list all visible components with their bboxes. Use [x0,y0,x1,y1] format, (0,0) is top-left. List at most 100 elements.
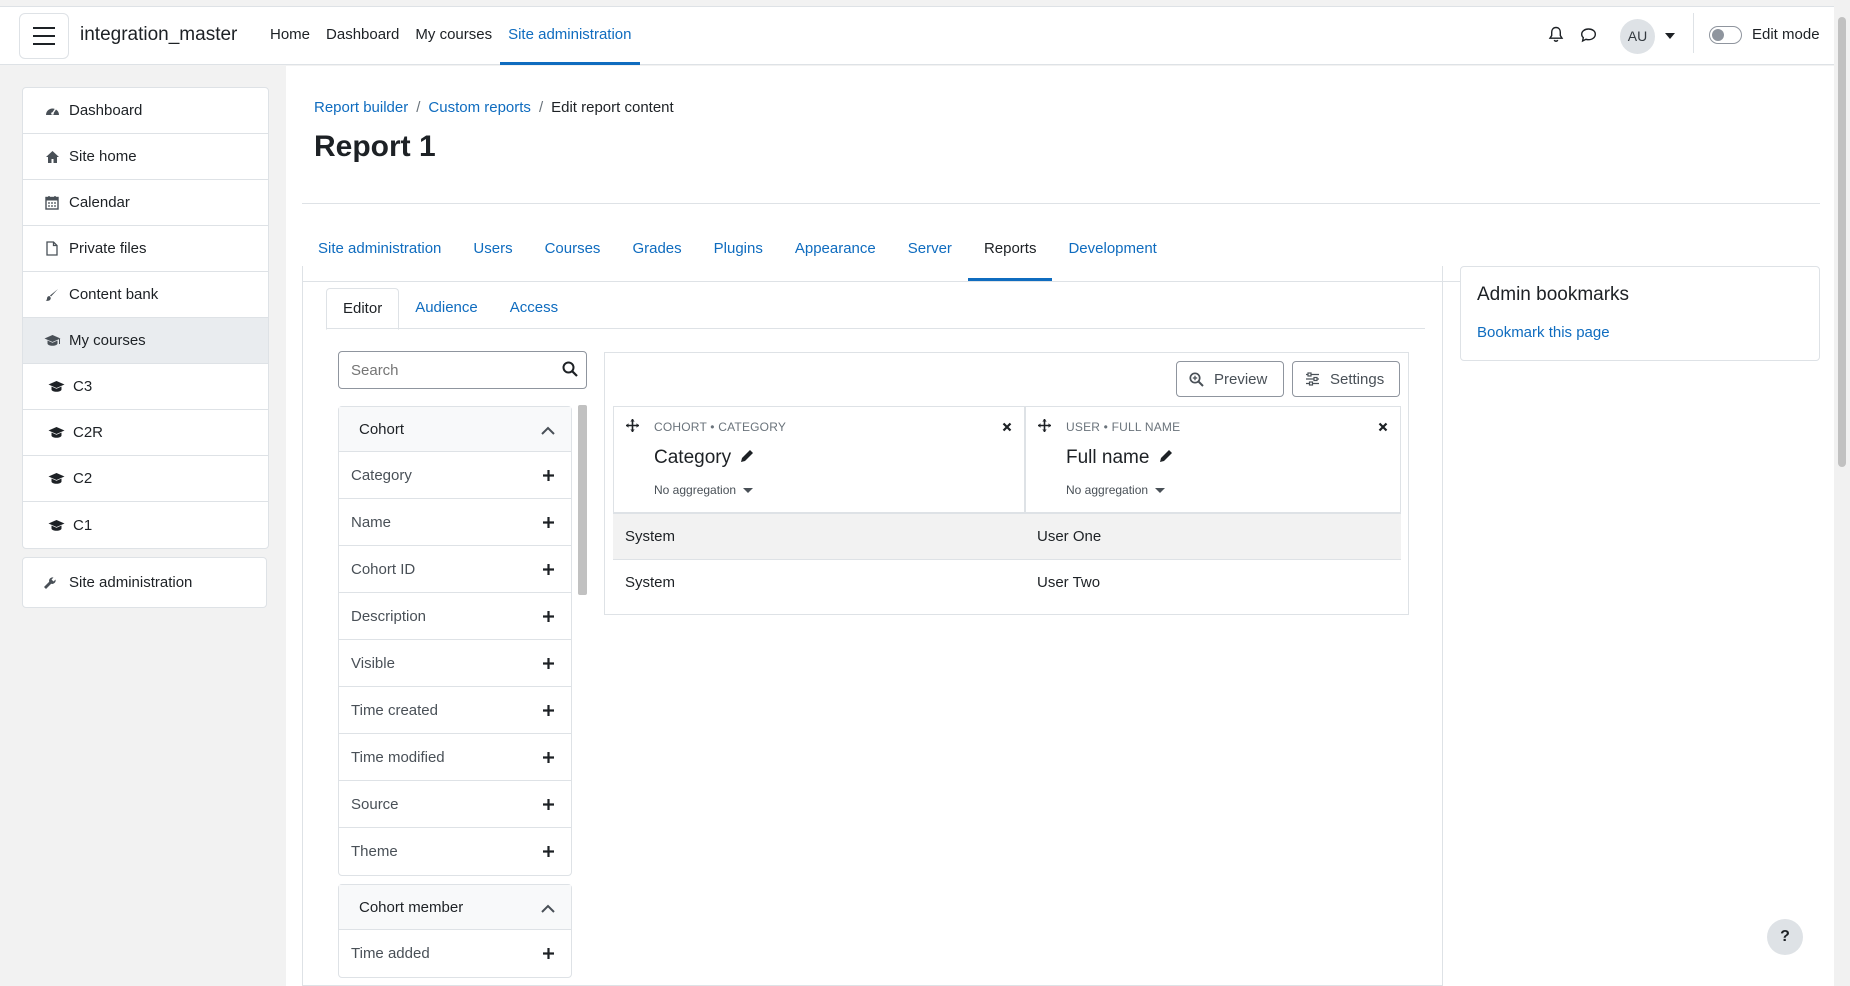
plus-icon[interactable] [543,468,554,485]
graduation-cap-icon [47,472,65,485]
drawer-item-label: C3 [73,378,93,395]
drawer-item-course-c1[interactable]: C1 [23,502,268,548]
settings-button[interactable]: Settings [1292,361,1400,397]
plus-icon[interactable] [543,515,554,532]
drawer-item-label: Content bank [69,286,159,303]
field-source[interactable]: Source [339,781,571,828]
nav-my-courses[interactable]: My courses [407,0,500,65]
column-name[interactable]: Full name [1066,447,1173,469]
plus-icon[interactable] [543,844,554,861]
field-cohort-id[interactable]: Cohort ID [339,546,571,593]
edit-mode-toggle[interactable] [1709,26,1742,44]
drawer-item-site-administration[interactable]: Site administration [22,557,267,608]
field-label: Time added [351,945,430,962]
graduation-cap-icon [47,426,65,439]
remove-column-icon[interactable] [1378,419,1388,436]
tab-editor[interactable]: Editor [326,288,400,330]
graduation-cap-icon [47,519,65,532]
drawer-item-label: C2 [73,470,93,487]
tab-access[interactable]: Access [494,288,574,328]
user-menu-caret-icon[interactable] [1665,33,1675,39]
breadcrumb-report-builder[interactable]: Report builder [314,99,408,116]
drawer-item-label: Dashboard [69,102,143,119]
cohort-member-card: Cohort member Time added [338,884,572,978]
breadcrumb-current: Edit report content [551,99,674,116]
drawer-toggle-button[interactable] [19,13,69,59]
drawer-item-dashboard[interactable]: Dashboard [23,88,268,134]
bookmark-this-page-link[interactable]: Bookmark this page [1477,324,1610,341]
card-title: Cohort member [359,898,464,916]
plus-icon[interactable] [543,946,554,963]
search-input[interactable] [339,352,553,388]
search-box [338,351,587,389]
page-scrollbar[interactable] [1834,0,1850,986]
home-icon [43,150,61,164]
move-icon[interactable] [1038,419,1051,436]
field-theme[interactable]: Theme [339,828,571,875]
column-name-text: Full name [1066,447,1150,468]
drawer-item-label: C1 [73,516,93,534]
pencil-icon[interactable] [1159,447,1173,468]
notifications-bell-icon[interactable] [1548,26,1564,47]
plus-icon[interactable] [543,656,554,673]
drawer-item-course-c2r[interactable]: C2R [23,410,268,456]
drawer-item-site-home[interactable]: Site home [23,134,268,180]
settings-label: Settings [1330,370,1385,388]
field-description[interactable]: Description [339,593,571,640]
table-cell: System [625,574,676,591]
search-icon[interactable] [562,361,578,381]
site-name[interactable]: integration_master [80,24,237,46]
chevron-up-icon[interactable] [541,900,555,917]
card-header[interactable]: Cohort member [339,885,571,930]
plus-icon[interactable] [543,703,554,720]
editor-tabs: Editor Audience Access [326,288,574,330]
drawer-item-label: Site home [69,148,137,165]
plus-icon[interactable] [543,609,554,626]
wrench-icon [43,576,61,590]
move-icon[interactable] [626,419,639,436]
drawer-item-calendar[interactable]: Calendar [23,180,268,226]
drawer-item-content-bank[interactable]: Content bank [23,272,268,318]
sidebar-scrollbar[interactable] [578,405,587,595]
card-header[interactable]: Cohort [339,407,571,452]
help-button[interactable]: ? [1767,919,1803,955]
field-time-modified[interactable]: Time modified [339,734,571,781]
field-category[interactable]: Category [339,452,571,499]
remove-column-icon[interactable] [1002,419,1012,436]
dashboard-icon [43,104,61,118]
user-avatar[interactable]: AU [1620,19,1655,54]
caret-down-icon [743,488,754,494]
plus-icon[interactable] [543,797,554,814]
card-title: Cohort [359,420,405,438]
field-label: Description [351,607,427,625]
field-time-added[interactable]: Time added [339,930,571,977]
messages-chat-icon[interactable] [1580,27,1597,47]
field-time-created[interactable]: Time created [339,687,571,734]
plus-icon[interactable] [543,562,554,579]
block-title: Admin bookmarks [1477,284,1630,305]
scrollbar-thumb[interactable] [1838,17,1846,467]
drawer-item-course-c3[interactable]: C3 [23,364,268,410]
nav-dashboard[interactable]: Dashboard [318,0,407,65]
nav-home[interactable]: Home [262,0,318,65]
breadcrumb-custom-reports[interactable]: Custom reports [428,99,531,116]
tab-audience[interactable]: Audience [399,288,494,328]
drawer-item-course-c2[interactable]: C2 [23,456,268,502]
plus-icon[interactable] [543,750,554,767]
aggregation-select[interactable]: No aggregation [654,483,754,497]
drawer-item-private-files[interactable]: Private files [23,226,268,272]
cohort-card: Cohort Category Name Cohort ID Descripti… [338,406,572,876]
navbar-divider [1693,13,1694,53]
column-caption: USER • FULL NAME [1066,420,1181,434]
column-name[interactable]: Category [654,447,754,469]
file-icon [43,241,61,256]
aggregation-select[interactable]: No aggregation [1066,483,1166,497]
preview-button[interactable]: Preview [1176,361,1284,397]
field-visible[interactable]: Visible [339,640,571,687]
chevron-up-icon[interactable] [541,422,555,439]
pencil-icon[interactable] [740,447,754,468]
caret-down-icon [1155,488,1166,494]
field-name[interactable]: Name [339,499,571,546]
drawer-item-my-courses[interactable]: My courses [23,318,268,364]
nav-site-administration[interactable]: Site administration [500,0,640,65]
